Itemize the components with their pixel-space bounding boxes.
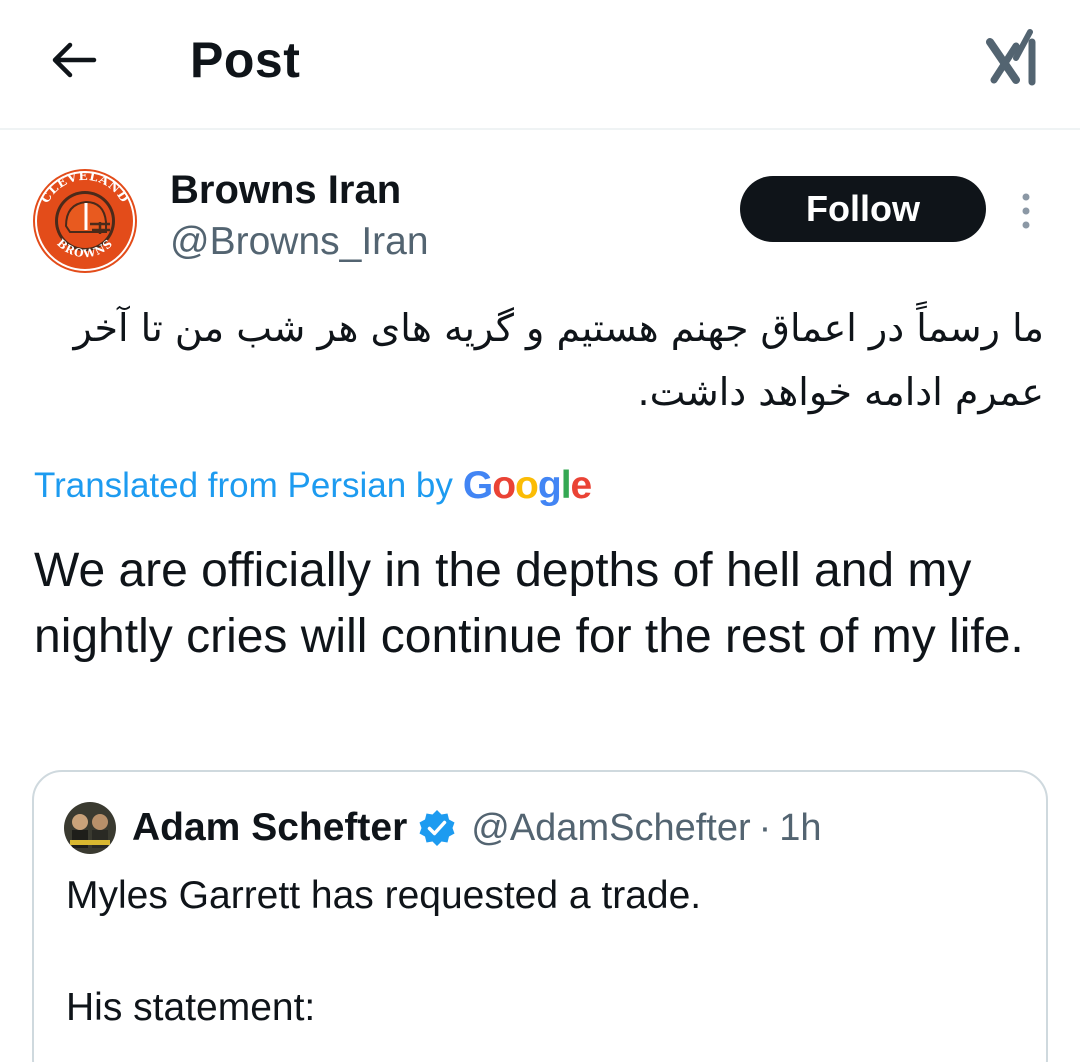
more-options-button[interactable] — [1008, 186, 1044, 236]
google-logo: Google — [462, 464, 592, 507]
follow-button[interactable]: Follow — [740, 176, 986, 242]
grok-icon — [986, 29, 1036, 86]
translation-attribution[interactable]: Translated from Persian by Google — [34, 462, 592, 510]
page-title: Post — [190, 32, 301, 88]
author-row: CLEVELAND BROWNS Browns Iran @Browns_Ira… — [0, 150, 1080, 280]
author-handle[interactable]: @Browns_Iran — [170, 218, 429, 266]
author-avatar[interactable]: CLEVELAND BROWNS — [30, 166, 140, 276]
quoted-post-text: Myles Garrett has requested a trade. — [66, 874, 702, 917]
quoted-author-name: Adam Schefter — [132, 806, 408, 849]
top-bar: Post — [0, 0, 1080, 130]
quoted-post[interactable]: Adam Schefter @AdamSchefter · 1h Myles G… — [32, 770, 1048, 1062]
arrow-left-icon — [52, 42, 97, 78]
grok-button[interactable] — [982, 24, 1046, 92]
avatar-icon — [64, 802, 116, 854]
quoted-author-handle: @AdamSchefter — [471, 806, 751, 849]
quoted-post-text-line2: His statement: — [66, 986, 316, 1029]
quoted-post-header: Adam Schefter @AdamSchefter · 1h — [64, 802, 822, 854]
post-original-text: ما رسماً در اعماق جهنم هستیم و گریه های … — [73, 306, 1044, 414]
separator-dot: · — [758, 806, 772, 849]
author-display-name[interactable]: Browns Iran — [170, 166, 401, 214]
browns-logo-icon: CLEVELAND BROWNS — [30, 166, 140, 276]
translated-from-label: Translated from Persian by — [34, 466, 453, 505]
more-vertical-icon — [1022, 193, 1030, 229]
quoted-post-time: 1h — [779, 806, 822, 849]
verified-badge-icon — [419, 810, 455, 846]
post-translated-text: We are officially in the depths of hell … — [34, 544, 1024, 663]
quoted-author-avatar[interactable] — [64, 802, 116, 854]
back-button[interactable] — [44, 32, 104, 88]
